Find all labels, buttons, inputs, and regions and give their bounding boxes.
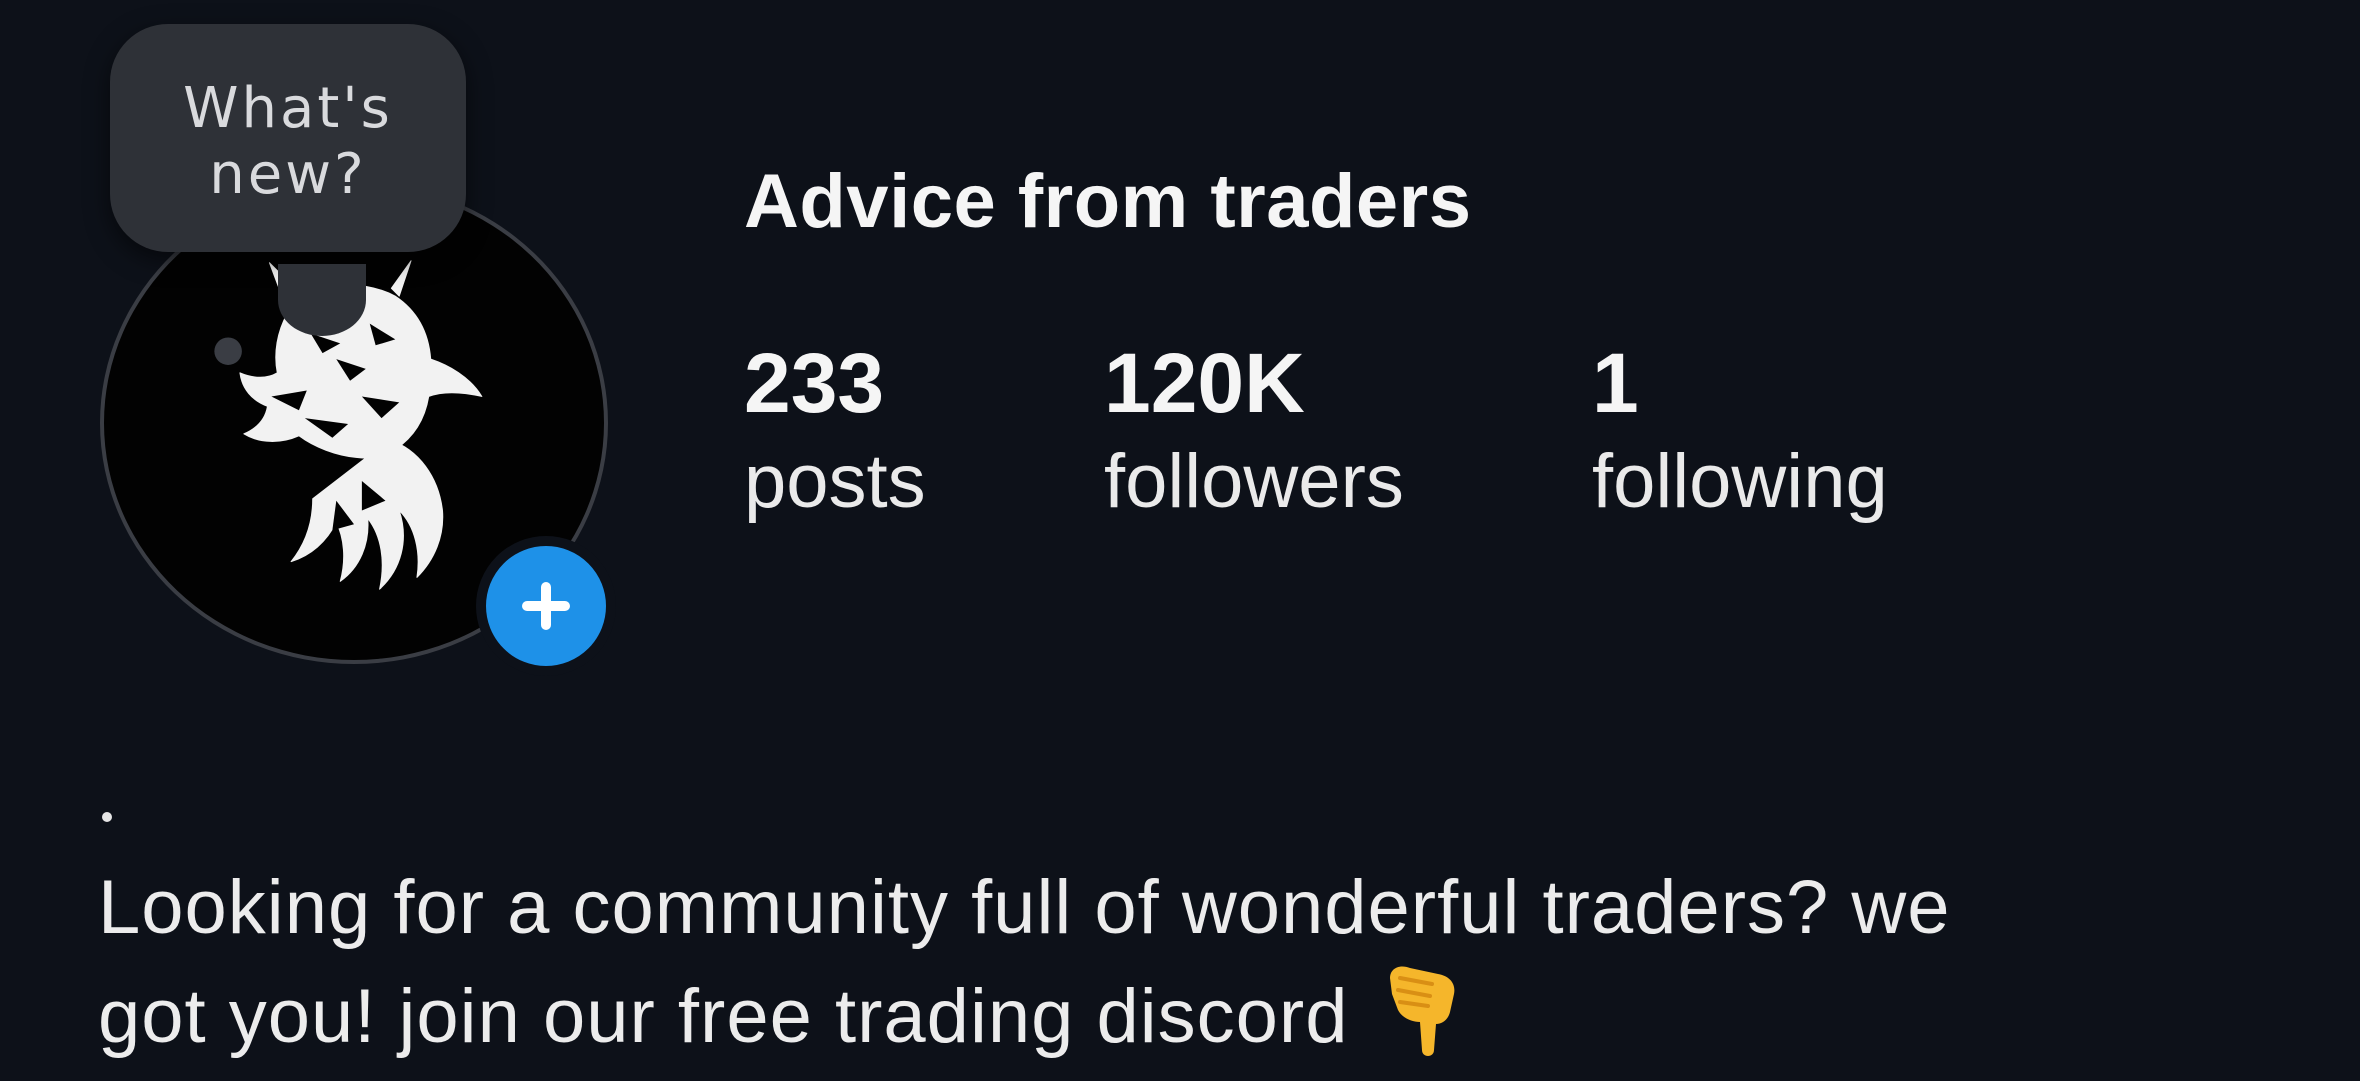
followers-label: followers (1104, 439, 1404, 524)
bio-line-1: Looking for a community full of wonderfu… (98, 865, 1951, 950)
bio-line-2-text: got you! join our free trading discord (98, 974, 1349, 1059)
note-bubble[interactable]: What's new? (110, 24, 466, 336)
stat-followers[interactable]: 120K followers (1104, 334, 1404, 532)
pointing-down-icon (1376, 960, 1462, 1060)
followers-count: 120K (1104, 336, 1305, 430)
posts-label: posts (744, 439, 926, 524)
profile-name: Advice from traders (744, 159, 1472, 244)
following-count: 1 (1592, 336, 1639, 430)
bio: Looking for a community full of wonderfu… (98, 856, 2298, 1069)
posts-count: 233 (744, 336, 885, 430)
plus-icon (522, 582, 570, 630)
stat-following[interactable]: 1 following (1592, 334, 1888, 532)
note-text: What's new? (183, 76, 393, 207)
profile-header: What's new? Advice from traders 233 post… (0, 0, 2360, 1081)
add-story-button[interactable] (476, 536, 616, 676)
note-bubble-tail (278, 264, 366, 336)
bio-line-2: got you! join our free trading discord (98, 960, 2298, 1069)
stat-posts[interactable]: 233 posts (744, 334, 926, 532)
bio-dot (102, 812, 112, 822)
following-label: following (1592, 439, 1888, 524)
